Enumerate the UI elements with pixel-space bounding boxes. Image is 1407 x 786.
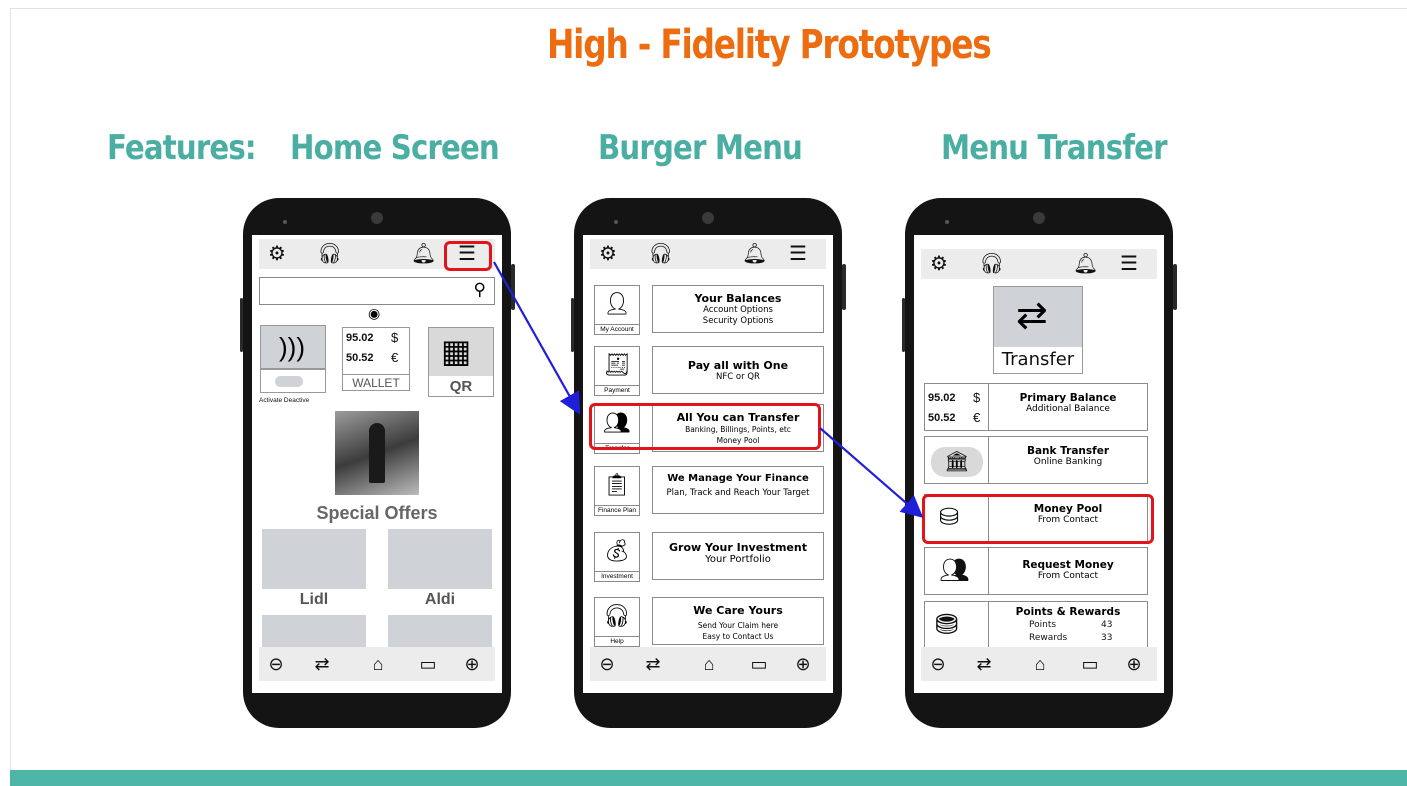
top-bar: ⚙ 🎧︎ 🔔︎ ☰ — [590, 239, 826, 269]
balance-2: 50.52 — [346, 352, 374, 364]
burger-menu-label: Burger Menu — [598, 128, 803, 168]
footer-bar — [10, 770, 1407, 786]
headset-icon: 🎧︎ — [603, 603, 631, 628]
nfc-icon: ))) — [279, 332, 305, 362]
home-icon[interactable]: ⌂ — [365, 652, 391, 676]
transfer-header: ⇄ Transfer — [993, 286, 1083, 374]
headset-icon[interactable]: 🎧︎ — [648, 242, 673, 266]
home-screen-label: Home Screen — [290, 128, 500, 168]
qr-code-icon: ▦ — [441, 333, 472, 369]
primary-balance-row[interactable]: 95.02 $ 50.52 € Primary Balance Additiona… — [924, 383, 1148, 431]
nfc-button[interactable]: ))) — [260, 325, 326, 369]
euro-icon: € — [973, 410, 981, 425]
bottom-nav: ⊖ ⇄ ⌂ ▭ ⊕ — [590, 647, 826, 681]
burger-menu-screen: ⚙ 🎧︎ 🔔︎ ☰ 👤︎ My Account Your Balances Acco… — [583, 235, 833, 693]
nfc-caption: Activate Deactive — [259, 397, 310, 404]
home-screen: ⚙ 🎧︎ 🔔︎ ☰ ⚲ ◉ ))) Activate Deactive 95.0… — [252, 235, 502, 693]
wallet-icon[interactable]: ▭ — [415, 652, 441, 676]
home-icon[interactable]: ⌂ — [696, 652, 722, 676]
wallet-icon[interactable]: ▭ — [1077, 652, 1103, 676]
balance-1: 95.02 — [346, 332, 374, 344]
money-bag-icon: 💰︎ — [603, 538, 631, 563]
search-input[interactable]: ⚲ — [259, 277, 495, 305]
bank-transfer-row[interactable]: 🏛︎ Bank Transfer Online Banking — [924, 436, 1148, 484]
bell-icon[interactable]: 🔔︎ — [1073, 252, 1098, 276]
forward-icon[interactable]: ⊕ — [459, 652, 485, 676]
headset-icon[interactable]: 🎧︎ — [979, 252, 1004, 276]
bell-icon[interactable]: 🔔︎ — [411, 242, 436, 266]
transfer-title: Transfer — [1001, 349, 1075, 370]
transfer-screen: ⚙ 🎧︎ 🔔︎ ☰ ⇄ Transfer 95.02 $ 50.52 € Pri… — [914, 235, 1164, 693]
offer-lidl-label: Lidl — [299, 591, 329, 608]
euro-icon: € — [391, 350, 399, 365]
special-offers-label: Special Offers — [316, 503, 438, 523]
hamburger-icon[interactable]: ☰ — [786, 242, 810, 266]
bottom-nav: ⊖ ⇄ ⌂ ▭ ⊕ — [259, 647, 495, 681]
highlight-transfer-item — [589, 403, 821, 450]
qr-button[interactable]: ▦ QR — [428, 327, 494, 397]
dollar-icon: $ — [973, 390, 981, 405]
top-bar: ⚙ 🎧︎ 🔔︎ ☰ — [921, 249, 1157, 279]
page-title: High - Fidelity Prototypes — [546, 22, 992, 68]
forward-icon[interactable]: ⊕ — [1121, 652, 1147, 676]
offer-lidl-card[interactable] — [262, 529, 366, 589]
highlight-hamburger — [444, 241, 492, 271]
offer-aldi-card[interactable] — [388, 529, 492, 589]
forward-icon[interactable]: ⊕ — [790, 652, 816, 676]
qr-label: QR — [449, 378, 473, 395]
coins-icon: ⛃ — [935, 609, 959, 640]
transfer-icon[interactable]: ⇄ — [309, 652, 335, 676]
phone-home-screen: ⚙ 🎧︎ 🔔︎ ☰ ⚲ ◉ ))) Activate Deactive 95.0… — [240, 198, 515, 728]
gear-icon[interactable]: ⚙ — [596, 242, 620, 266]
gear-icon[interactable]: ⚙ — [265, 242, 289, 266]
transfer-icon[interactable]: ⇄ — [640, 652, 666, 676]
back-icon[interactable]: ⊖ — [594, 652, 620, 676]
balance-2: 50.52 — [928, 412, 956, 424]
hamburger-icon[interactable]: ☰ — [1117, 252, 1141, 276]
offer-card[interactable] — [262, 615, 366, 647]
bank-icon: 🏛︎ — [931, 447, 983, 477]
payment-icon: 🧾︎ — [603, 352, 631, 377]
bell-icon[interactable]: 🔔︎ — [742, 242, 767, 266]
headset-icon[interactable]: 🎧︎ — [317, 242, 342, 266]
features-label: Features: — [107, 128, 257, 168]
special-offers-image[interactable] — [335, 411, 419, 495]
request-money-row[interactable]: 👥︎ Request Money From Contact — [924, 547, 1148, 595]
highlight-money-pool — [922, 494, 1154, 544]
offer-aldi-label: Aldi — [424, 591, 456, 608]
menu-transfer-label: Menu Transfer — [941, 128, 1168, 168]
request-money-icon: 👥︎ — [939, 557, 970, 584]
phone-menu-transfer: ⚙ 🎧︎ 🔔︎ ☰ ⇄ Transfer 95.02 $ 50.52 € Pri… — [902, 198, 1177, 728]
wallet-label: WALLET — [343, 374, 409, 390]
account-avatar-icon: 👤︎ — [603, 291, 631, 316]
finance-plan-icon: 📋︎ — [603, 472, 631, 497]
nfc-toggle[interactable] — [275, 376, 303, 387]
search-icon[interactable]: ⚲ — [474, 280, 486, 300]
offer-card[interactable] — [388, 615, 492, 647]
phone-burger-menu: ⚙ 🎧︎ 🔔︎ ☰ 👤︎ My Account Your Balances Acco… — [571, 198, 846, 728]
dollar-icon: $ — [391, 330, 399, 345]
bottom-nav: ⊖ ⇄ ⌂ ▭ ⊕ — [921, 647, 1157, 681]
back-icon[interactable]: ⊖ — [263, 652, 289, 676]
eye-hidden-icon[interactable]: ◉ — [368, 305, 380, 322]
transfer-arrows-icon: ⇄ — [1016, 295, 1048, 337]
wallet-icon[interactable]: ▭ — [746, 652, 772, 676]
transfer-icon[interactable]: ⇄ — [971, 652, 997, 676]
points-rewards-row[interactable]: ⛃ Points & Rewards Points 43 Rewards 33 — [924, 601, 1148, 649]
wallet-widget[interactable]: 95.02 $ 50.52 € WALLET — [342, 327, 410, 391]
nfc-toggle-box — [260, 369, 326, 393]
home-icon[interactable]: ⌂ — [1027, 652, 1053, 676]
back-icon[interactable]: ⊖ — [925, 652, 951, 676]
gear-icon[interactable]: ⚙ — [927, 252, 951, 276]
balance-1: 95.02 — [928, 392, 956, 404]
